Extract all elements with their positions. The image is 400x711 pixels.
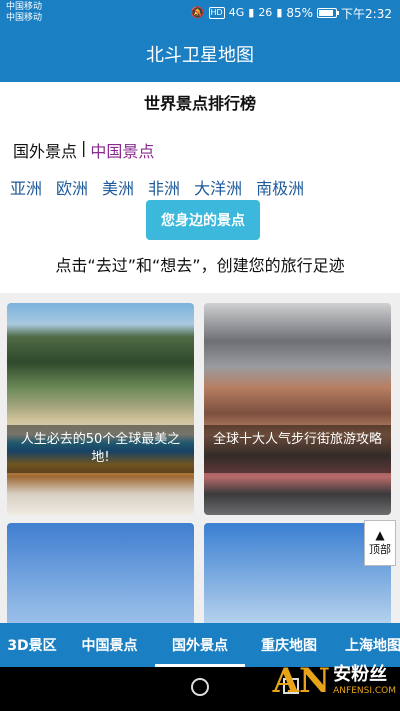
carrier-1: 中国移动	[6, 2, 43, 12]
scenic-type-tabs: 国外景点 | 中国景点	[13, 138, 154, 162]
mute-icon: 🔕	[190, 6, 205, 19]
back-to-top-label: 顶部	[369, 543, 391, 556]
continent-link[interactable]: 南极洲	[256, 175, 304, 199]
nav-item-3d-scenic[interactable]: 3D景区	[0, 623, 64, 667]
battery-fill	[319, 10, 333, 16]
signal-icon: ▮	[248, 6, 255, 19]
signal-label: 26	[258, 6, 273, 19]
watermark-cn: 安粉丝	[333, 664, 388, 685]
watermark-en: ANFENSI.COM	[333, 686, 396, 696]
arrow-up-icon: ▲	[375, 528, 385, 542]
nearby-scenic-button[interactable]: 您身边的景点	[146, 200, 260, 240]
status-icons: 🔕 HD 4G ▮ 26 ▮ 85% 下午2:32	[191, 5, 392, 21]
article-card-sky-2[interactable]	[204, 523, 391, 623]
network-label: 4G	[228, 6, 245, 19]
back-icon[interactable]	[100, 678, 114, 696]
nav-item-china-scenic[interactable]: 中国景点	[64, 623, 155, 667]
article-card-yellowstone[interactable]: 人生必去的50个全球最美之地!	[7, 303, 194, 515]
continent-link[interactable]: 亚洲	[10, 175, 42, 199]
continent-link[interactable]: 美洲	[102, 175, 134, 199]
app-bar: 北斗卫星地图	[0, 26, 400, 82]
slogan-text: 点击“去过”和“想去”，创建您的旅行足迹	[55, 256, 345, 275]
bottom-nav: 3D景区 中国景点 国外景点 重庆地图 上海地图	[0, 623, 400, 667]
card-caption: 全球十大人气步行街旅游攻略	[204, 425, 391, 473]
card-caption: 人生必去的50个全球最美之地!	[7, 425, 194, 473]
nav-item-foreign-scenic[interactable]: 国外景点	[155, 623, 245, 667]
hd-icon: HD	[208, 7, 225, 19]
nav-item-shanghai-map[interactable]: 上海地图	[333, 623, 400, 667]
continent-link[interactable]: 大洋洲	[194, 175, 242, 199]
continent-link[interactable]: 欧洲	[56, 175, 88, 199]
continent-links: 亚洲 欧洲 美洲 非洲 大洋洲 南极洲	[10, 175, 304, 199]
clock: 下午2:32	[341, 6, 392, 21]
article-card-sky-1[interactable]	[7, 523, 194, 623]
watermark-text: 安粉丝 ANFENSI.COM	[333, 665, 396, 697]
page-title: 世界景点排行榜	[143, 94, 256, 113]
app-title: 北斗卫星地图	[146, 45, 254, 66]
status-bar: 中国移动 中国移动 🔕 HD 4G ▮ 26 ▮ 85% 下午2:32	[0, 0, 400, 26]
battery-icon	[317, 8, 340, 18]
home-icon[interactable]	[191, 678, 209, 696]
article-grid: 人生必去的50个全球最美之地! 全球十大人气步行街旅游攻略	[0, 293, 400, 623]
battery-percent: 85%	[286, 6, 314, 20]
back-to-top-button[interactable]: ▲ 顶部	[364, 520, 396, 566]
carrier-2: 中国移动	[6, 13, 43, 23]
continent-link[interactable]: 非洲	[148, 175, 180, 199]
watermark-logo: AN	[272, 661, 331, 701]
carrier-info: 中国移动 中国移动	[6, 2, 42, 24]
tab-foreign-scenic[interactable]: 国外景点	[13, 138, 77, 162]
watermark: AN 安粉丝 ANFENSI.COM	[273, 664, 396, 698]
signal-icon-2: ▮	[276, 6, 283, 19]
tab-separator: |	[81, 138, 87, 157]
tab-china-scenic[interactable]: 中国景点	[90, 138, 154, 162]
article-card-street[interactable]: 全球十大人气步行街旅游攻略	[204, 303, 391, 515]
